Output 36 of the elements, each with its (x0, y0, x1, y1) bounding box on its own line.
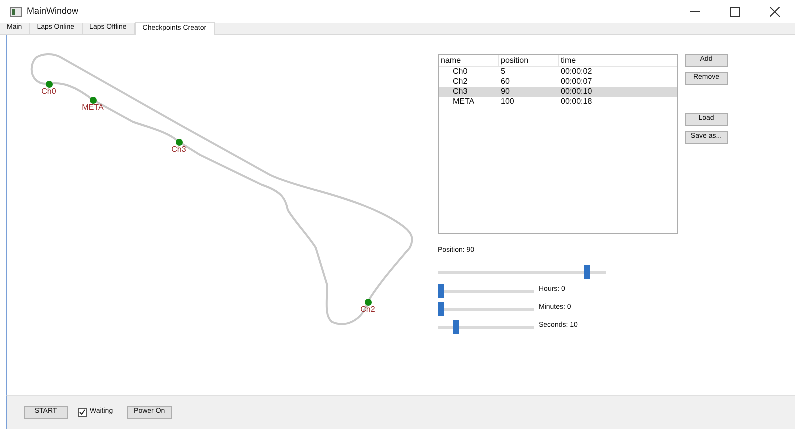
checkpoint-label: Ch0 (42, 88, 56, 96)
slider-handle[interactable] (453, 320, 460, 334)
table-cell-text: Ch0 (452, 66, 469, 78)
table-cell-text: Ch3 (452, 86, 469, 98)
column-header[interactable]: time (559, 54, 619, 66)
app-icon (10, 6, 22, 16)
table-row[interactable]: Ch2 60 00:00:07 (439, 77, 677, 87)
checkpoint-label: Ch2 (360, 306, 376, 314)
table-cell-text: 100 (500, 96, 516, 108)
checkpoint-label: Ch3 (172, 146, 186, 154)
maximize-icon[interactable] (730, 6, 740, 16)
slider[interactable] (438, 320, 534, 334)
table-cell-text: 00:00:02 (560, 66, 594, 78)
column-header[interactable]: name (439, 54, 499, 66)
checkbox[interactable] (78, 408, 87, 417)
table-row[interactable]: META 100 00:00:18 (439, 97, 677, 107)
slider-handle[interactable] (438, 284, 444, 298)
table-cell-text: 5 (500, 66, 506, 78)
table-cell-text: META (452, 96, 476, 108)
table-cell-text: Ch2 (452, 76, 469, 88)
slider[interactable] (438, 302, 534, 316)
table-cell-text: 60 (500, 76, 511, 88)
table-cell-text: 00:00:18 (560, 96, 594, 108)
close-icon[interactable] (770, 6, 780, 16)
table-cell-text: 90 (500, 86, 511, 98)
table-row[interactable]: Ch3 90 00:00:10 (439, 87, 677, 97)
window-title: MainWindow (27, 4, 79, 18)
slider-handle[interactable] (584, 264, 590, 278)
slider-handle[interactable] (438, 302, 444, 316)
table-cell-text: 00:00:10 (560, 86, 594, 98)
checkpoint-label: META (82, 104, 104, 112)
slider[interactable] (438, 264, 606, 278)
table-row[interactable]: Ch0 5 00:00:02 (439, 67, 677, 77)
slider[interactable] (438, 284, 534, 298)
column-header[interactable]: position (499, 54, 559, 66)
table-cell-text: 00:00:07 (560, 76, 594, 88)
